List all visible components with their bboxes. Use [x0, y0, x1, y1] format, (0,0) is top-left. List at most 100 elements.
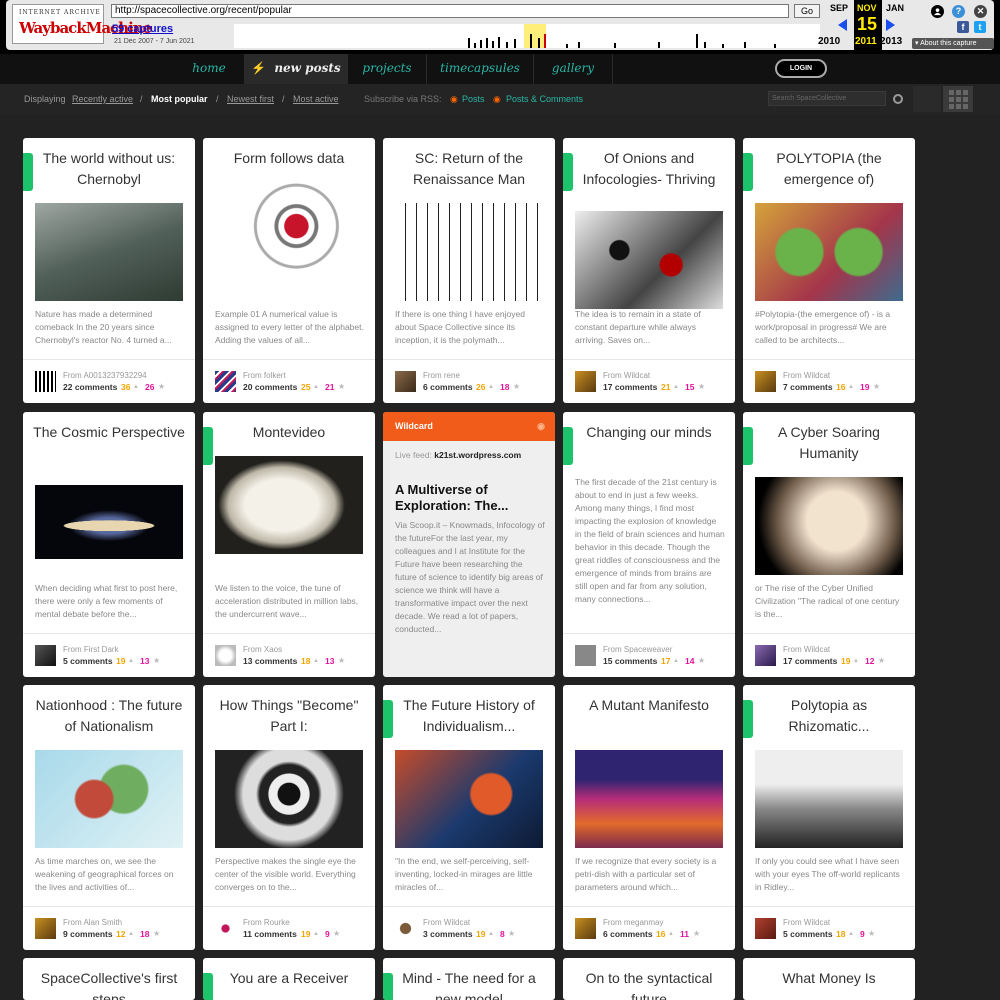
- comment-count[interactable]: 13 comments: [243, 656, 297, 666]
- upvote-count[interactable]: 19: [116, 656, 125, 666]
- post-card[interactable]: Of Onions and Infocologies- Thriving The …: [563, 138, 735, 403]
- post-title[interactable]: You are a Receiver: [211, 968, 367, 989]
- wayback-capture-graph[interactable]: [234, 24, 820, 48]
- upvote-count[interactable]: 16: [656, 929, 665, 939]
- wayback-next-year[interactable]: 2013: [880, 36, 902, 47]
- post-card[interactable]: You are a Receiver: [203, 958, 375, 1000]
- downvote-count[interactable]: 18: [500, 382, 509, 392]
- wayback-go-button[interactable]: Go: [794, 4, 820, 18]
- avatar[interactable]: [395, 371, 416, 392]
- post-card[interactable]: Form follows data Example 01 A numerical …: [203, 138, 375, 403]
- wayback-about-capture[interactable]: ▾ About this capture: [912, 38, 994, 49]
- downvote-count[interactable]: 14: [685, 656, 694, 666]
- post-title[interactable]: Montevideo: [211, 422, 367, 443]
- nav-home[interactable]: home: [174, 54, 244, 84]
- nav-gallery[interactable]: gallery: [534, 54, 612, 84]
- post-author[interactable]: From rene: [423, 371, 460, 380]
- post-thumbnail[interactable]: [755, 750, 903, 848]
- sort-most-popular[interactable]: Most popular: [151, 94, 208, 104]
- upvote-count[interactable]: 21: [661, 382, 670, 392]
- post-title[interactable]: SpaceCollective's first steps: [31, 968, 187, 1000]
- nav-timecapsules[interactable]: timecapsules: [427, 54, 533, 84]
- twitter-icon[interactable]: t: [974, 21, 986, 33]
- post-author[interactable]: From Wildcat: [603, 371, 650, 380]
- post-thumbnail[interactable]: [395, 203, 543, 301]
- upvote-count[interactable]: 26: [476, 382, 485, 392]
- comment-count[interactable]: 17 comments: [783, 656, 837, 666]
- post-card[interactable]: POLYTOPIA (the emergence of) #Polytopia-(…: [743, 138, 915, 403]
- wildcard-card[interactable]: Wildcard ◉ Live feed: k21st.wordpress.co…: [383, 412, 555, 677]
- comment-count[interactable]: 20 comments: [243, 382, 297, 392]
- post-author[interactable]: From A0013237932294: [63, 371, 147, 380]
- help-icon[interactable]: ?: [952, 5, 965, 18]
- comment-count[interactable]: 15 comments: [603, 656, 657, 666]
- downvote-count[interactable]: 8: [500, 929, 505, 939]
- post-card[interactable]: What Money Is: [743, 958, 915, 1000]
- post-card[interactable]: The Cosmic Perspective When deciding what…: [23, 412, 195, 677]
- comment-count[interactable]: 11 comments: [243, 929, 297, 939]
- post-card[interactable]: On to the syntactical future: [563, 958, 735, 1000]
- search-icon[interactable]: [893, 94, 903, 104]
- upvote-count[interactable]: 18: [301, 656, 310, 666]
- post-title[interactable]: SC: Return of the Renaissance Man: [391, 148, 547, 190]
- rss-posts-comments-link[interactable]: Posts & Comments: [506, 94, 583, 104]
- post-card[interactable]: Polytopia as Rhizomatic... If only you co…: [743, 685, 915, 950]
- avatar[interactable]: [35, 371, 56, 392]
- post-title[interactable]: A Cyber Soaring Humanity: [751, 422, 907, 464]
- upvote-count[interactable]: 36: [121, 382, 130, 392]
- post-title[interactable]: The world without us: Chernobyl: [31, 148, 187, 190]
- post-author[interactable]: From Wildcat: [783, 918, 830, 927]
- grid-view-icon[interactable]: [943, 86, 973, 112]
- login-button[interactable]: LOGIN: [775, 59, 827, 78]
- post-title[interactable]: Mind - The need for a new model: [391, 968, 547, 1000]
- post-thumbnail[interactable]: [215, 456, 363, 554]
- downvote-count[interactable]: 9: [860, 929, 865, 939]
- post-thumbnail[interactable]: [395, 750, 543, 848]
- post-card[interactable]: SC: Return of the Renaissance Man If ther…: [383, 138, 555, 403]
- post-title[interactable]: A Mutant Manifesto: [571, 695, 727, 716]
- sort-most-active[interactable]: Most active: [293, 94, 339, 104]
- downvote-count[interactable]: 13: [325, 656, 334, 666]
- facebook-icon[interactable]: f: [957, 21, 969, 33]
- downvote-count[interactable]: 19: [860, 382, 869, 392]
- upvote-count[interactable]: 25: [301, 382, 310, 392]
- avatar[interactable]: [755, 918, 776, 939]
- list-view-icon[interactable]: [913, 86, 941, 112]
- post-title[interactable]: Polytopia as Rhizomatic...: [751, 695, 907, 737]
- avatar[interactable]: [35, 918, 56, 939]
- post-thumbnail[interactable]: [755, 477, 903, 575]
- avatar[interactable]: [575, 918, 596, 939]
- avatar[interactable]: [35, 645, 56, 666]
- post-card[interactable]: A Mutant Manifesto If we recognize that e…: [563, 685, 735, 950]
- post-title[interactable]: Changing our minds: [571, 422, 727, 443]
- post-card[interactable]: A Cyber Soaring Humanity or The rise of t…: [743, 412, 915, 677]
- post-author[interactable]: From meganmay: [603, 918, 663, 927]
- avatar[interactable]: [215, 645, 236, 666]
- nav-projects[interactable]: projects: [348, 54, 426, 84]
- upvote-count[interactable]: 17: [661, 656, 670, 666]
- wayback-prev-month[interactable]: SEP: [830, 3, 848, 13]
- downvote-count[interactable]: 11: [680, 929, 689, 939]
- downvote-count[interactable]: 15: [685, 382, 694, 392]
- post-title[interactable]: POLYTOPIA (the emergence of): [751, 148, 907, 190]
- post-title[interactable]: Of Onions and Infocologies- Thriving: [571, 148, 727, 190]
- post-author[interactable]: From First Dark: [63, 645, 119, 654]
- post-thumbnail[interactable]: [215, 182, 363, 280]
- wayback-next-arrow-icon[interactable]: [886, 19, 895, 31]
- post-author[interactable]: From Wildcat: [783, 645, 830, 654]
- wayback-url-input[interactable]: http://spacecollective.org/recent/popula…: [111, 4, 789, 18]
- upvote-count[interactable]: 16: [836, 382, 845, 392]
- upvote-count[interactable]: 19: [301, 929, 310, 939]
- avatar[interactable]: [215, 918, 236, 939]
- post-author[interactable]: From Spaceweaver: [603, 645, 672, 654]
- downvote-count[interactable]: 13: [140, 656, 149, 666]
- comment-count[interactable]: 6 comments: [423, 382, 473, 392]
- rss-posts-link[interactable]: Posts: [462, 94, 485, 104]
- post-title[interactable]: The Cosmic Perspective: [31, 422, 187, 443]
- close-icon[interactable]: ✕: [974, 5, 987, 18]
- wildcard-title[interactable]: A Multiverse of Exploration: The...: [395, 482, 545, 514]
- post-title[interactable]: Nationhood : The future of Nationalism: [31, 695, 187, 737]
- avatar[interactable]: [395, 918, 416, 939]
- upvote-count[interactable]: 19: [476, 929, 485, 939]
- post-card[interactable]: The world without us: Chernobyl Nature ha…: [23, 138, 195, 403]
